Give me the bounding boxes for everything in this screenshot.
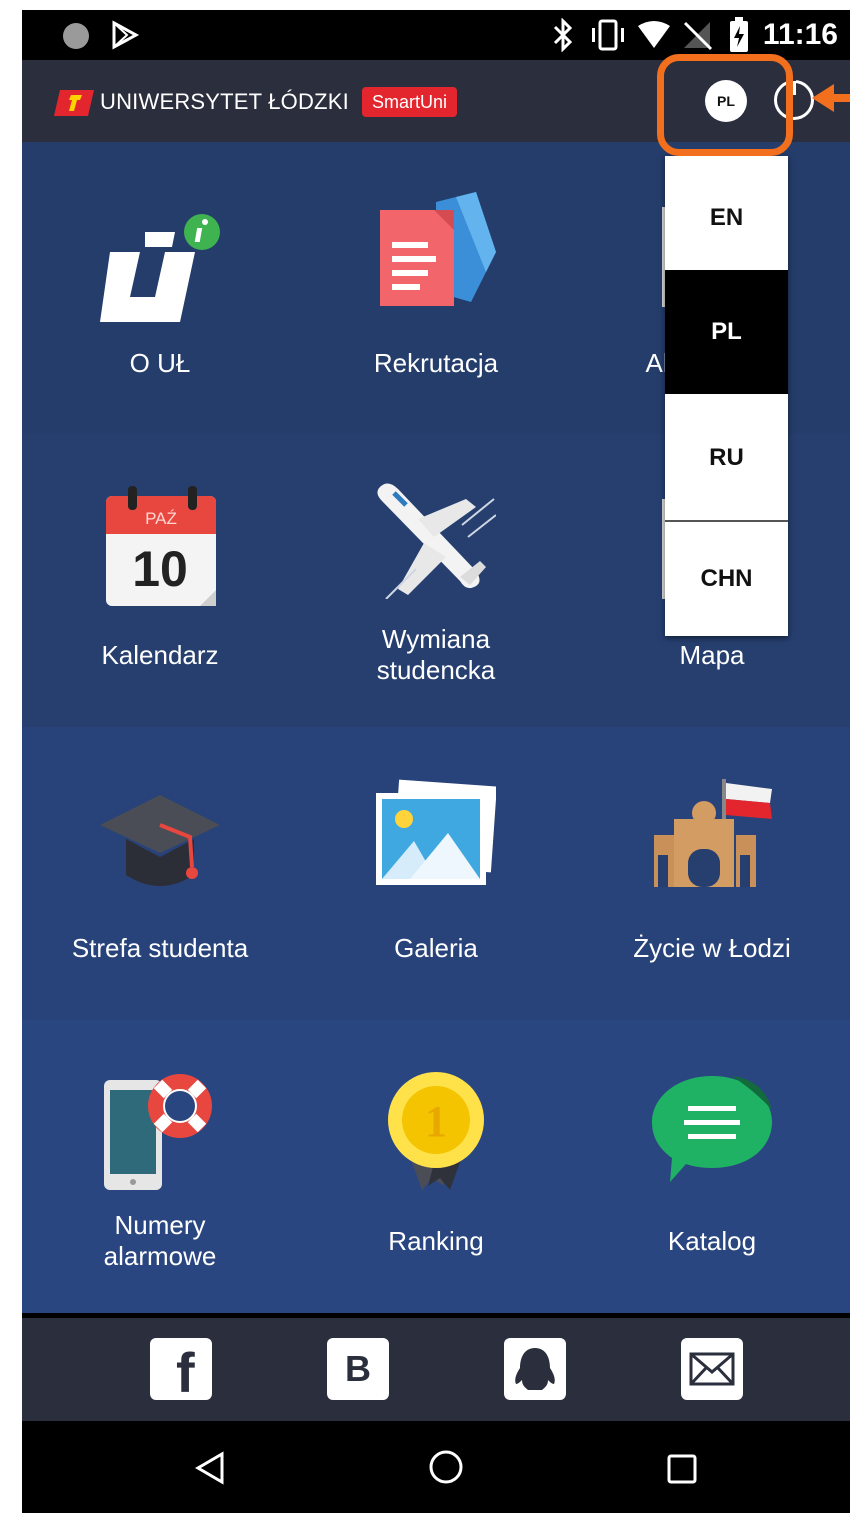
airplane-icon xyxy=(377,483,496,599)
email-button[interactable] xyxy=(681,1338,743,1400)
highlight-annotation xyxy=(657,54,793,156)
bluetooth-icon xyxy=(553,18,573,52)
city-gate-icon xyxy=(654,779,772,887)
recents-icon[interactable] xyxy=(666,1453,698,1485)
tile-label: Galeria xyxy=(394,933,478,963)
home-icon[interactable] xyxy=(428,1449,464,1485)
vk-button[interactable]: B xyxy=(327,1338,389,1400)
tile-zycie-w-lodzi[interactable]: Życie w Łodzi xyxy=(574,727,850,1020)
tile-wymiana-studencka[interactable]: Wymiana studencka xyxy=(298,434,574,727)
vk-icon: B xyxy=(345,1348,371,1389)
medal-icon: 1 xyxy=(388,1072,484,1190)
no-sim-signal-icon xyxy=(683,21,713,51)
tile-label-line1: Numery xyxy=(114,1210,206,1240)
tile-kalendarz[interactable]: PAŹ 10 Kalendarz xyxy=(22,434,298,727)
grid-row: Numery alarmowe 1 Ranking Katalog xyxy=(22,1020,850,1313)
tile-rekrutacja[interactable]: Rekrutacja xyxy=(298,142,574,434)
ul-info-icon xyxy=(100,214,220,322)
university-logo-icon xyxy=(54,90,94,116)
facebook-icon: f xyxy=(176,1341,195,1404)
grid-row: Strefa studenta Galeria Życie w Łodzi xyxy=(22,727,850,1020)
tile-ranking[interactable]: 1 Ranking xyxy=(298,1020,574,1313)
medal-number: 1 xyxy=(425,1097,447,1146)
photos-icon xyxy=(376,779,496,885)
smartuni-badge: SmartUni xyxy=(362,87,458,117)
tile-galeria[interactable]: Galeria xyxy=(298,727,574,1020)
language-option-ru[interactable]: RU xyxy=(665,396,788,520)
calendar-icon: PAŹ 10 xyxy=(106,486,216,606)
android-nav-bar xyxy=(22,1421,850,1513)
tile-label: Strefa studenta xyxy=(71,933,249,963)
chat-bubble-icon xyxy=(652,1076,772,1182)
tile-label: Katalog xyxy=(667,1226,757,1256)
tile-o-ul[interactable]: O UŁ xyxy=(22,142,298,434)
tile-katalog[interactable]: Katalog xyxy=(574,1020,850,1313)
tile-label: Życie w Łodzi xyxy=(633,933,791,963)
back-icon[interactable] xyxy=(194,1451,226,1485)
battery-charging-icon xyxy=(730,17,748,52)
tile-strefa-studenta[interactable]: Strefa studenta xyxy=(22,727,298,1020)
play-store-icon xyxy=(112,20,140,50)
graduation-cap-icon xyxy=(100,795,220,886)
phone-screen: 11:16 UNIWERSYTET ŁÓDZKI SmartUni PL O U xyxy=(22,10,850,1513)
tile-label: Kalendarz xyxy=(101,640,219,670)
university-name: UNIWERSYTET ŁÓDZKI xyxy=(100,89,349,114)
tile-label: Rekrutacja xyxy=(373,348,499,378)
tile-label: Ranking xyxy=(388,1226,484,1256)
notification-dot-icon xyxy=(63,23,89,49)
status-bar: 11:16 xyxy=(22,10,850,60)
tile-label: O UŁ xyxy=(129,348,191,378)
qq-button[interactable] xyxy=(504,1338,566,1400)
language-option-en[interactable]: EN xyxy=(665,156,788,280)
tile-label: Mapa xyxy=(679,640,745,670)
wifi-icon xyxy=(638,21,670,48)
social-bar: f B xyxy=(22,1318,850,1421)
status-time: 11:16 xyxy=(762,18,838,51)
language-option-pl[interactable]: PL xyxy=(665,270,788,394)
facebook-button[interactable]: f xyxy=(150,1338,212,1404)
language-menu: EN PL RU CHN xyxy=(665,156,788,636)
vibrate-icon xyxy=(592,19,624,51)
calendar-month: PAŹ xyxy=(145,509,177,528)
tile-label-line2: studencka xyxy=(376,655,496,685)
tile-label-line1: Wymiana xyxy=(381,624,491,654)
calendar-day: 10 xyxy=(132,541,188,597)
qq-penguin-icon xyxy=(515,1348,555,1390)
tile-label-line2: alarmowe xyxy=(103,1241,217,1271)
envelope-icon xyxy=(689,1352,735,1386)
documents-icon xyxy=(380,192,496,306)
arrow-pointer-icon xyxy=(812,84,850,112)
language-option-chn[interactable]: CHN xyxy=(665,522,788,636)
tile-numery-alarmowe[interactable]: Numery alarmowe xyxy=(22,1020,298,1313)
lifebuoy-phone-icon xyxy=(104,1074,212,1190)
